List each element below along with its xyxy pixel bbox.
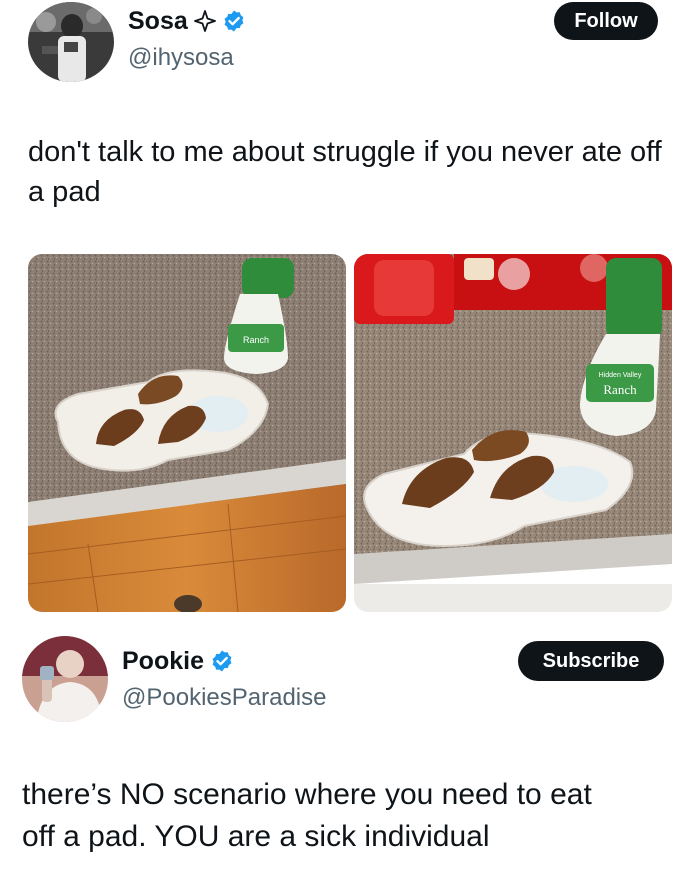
tweet-text-2: there’s NO scenario where you need to ea… bbox=[22, 774, 682, 858]
sparkle-outline-icon bbox=[193, 10, 216, 32]
tweet-text-line: off a pad. YOU are a sick individual bbox=[22, 820, 490, 853]
avatar-sosa[interactable] bbox=[28, 2, 114, 82]
author-name-row-2: Pookie bbox=[122, 644, 234, 678]
author-name[interactable]: Pookie bbox=[122, 647, 204, 676]
subscribe-button[interactable]: Subscribe bbox=[518, 641, 664, 681]
tweet-photo-2[interactable]: Hidden Valley Ranch bbox=[354, 254, 672, 612]
author-name[interactable]: Sosa bbox=[128, 7, 188, 36]
tweet-text-line: there’s NO scenario where you need to ea… bbox=[22, 778, 592, 811]
verified-badge-icon bbox=[210, 649, 234, 673]
author-handle[interactable]: @ihysosa bbox=[128, 44, 234, 72]
author-handle[interactable]: @PookiesParadise bbox=[122, 684, 326, 712]
tweet-text: don't talk to me about struggle if you n… bbox=[28, 136, 662, 208]
author-name-row: Sosa bbox=[128, 4, 246, 38]
ranch-label-1: Ranch bbox=[243, 335, 269, 345]
tweet-photo-1[interactable]: Ranch bbox=[28, 254, 346, 612]
avatar-pookie[interactable] bbox=[22, 636, 108, 722]
ranch-brand-2: Hidden Valley bbox=[599, 372, 642, 379]
verified-badge-icon bbox=[222, 9, 246, 33]
ranch-label-2: Ranch bbox=[603, 382, 637, 397]
follow-button[interactable]: Follow bbox=[554, 2, 658, 40]
